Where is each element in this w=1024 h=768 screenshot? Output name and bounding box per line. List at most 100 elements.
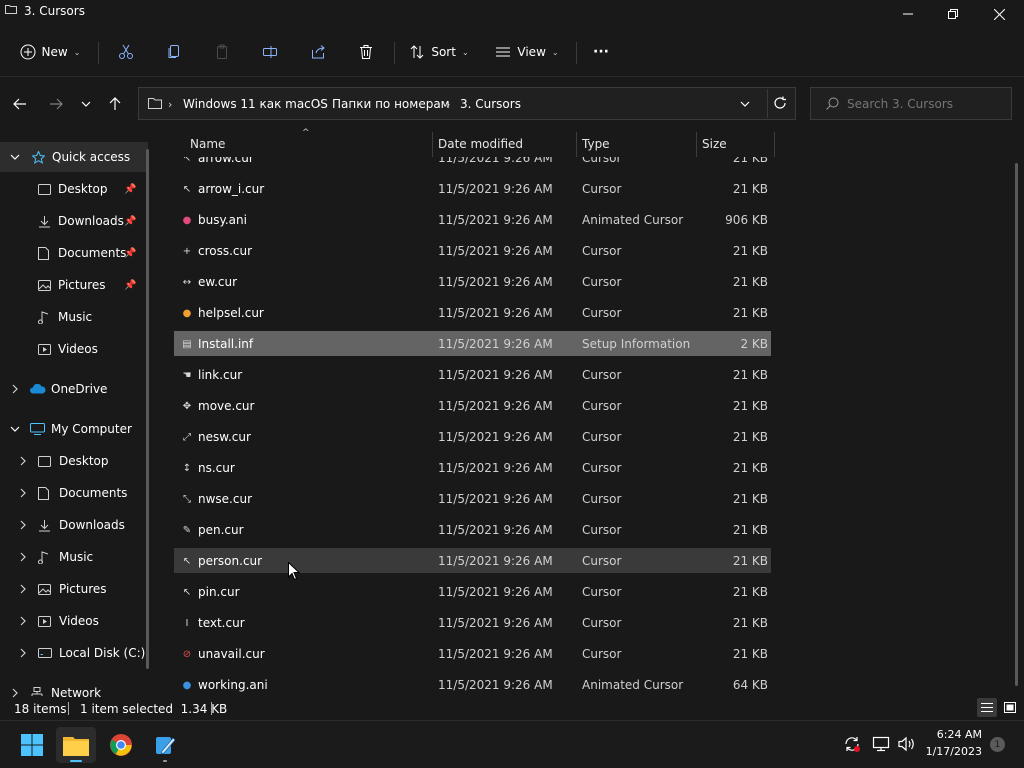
unavailable-cursor-icon: ⊘ (182, 648, 192, 660)
up-button[interactable] (101, 88, 129, 120)
windows-logo-icon (21, 734, 43, 756)
new-button[interactable]: New ⌄ (12, 36, 88, 68)
file-date: 11/5/2021 9:26 AM (438, 461, 553, 475)
chevron-down-icon: ⌄ (551, 47, 559, 57)
scissors-icon (118, 44, 134, 60)
file-date: 11/5/2021 9:26 AM (438, 430, 553, 444)
copy-button[interactable] (158, 36, 190, 68)
column-header-date[interactable]: Date modified (438, 137, 523, 151)
file-row[interactable]: ↕ ns.cur 11/5/2021 9:26 AM Cursor 21 KB (174, 455, 771, 480)
taskbar-notepad[interactable] (145, 727, 185, 763)
back-button[interactable] (6, 88, 34, 120)
separator (767, 89, 768, 118)
sort-ascending-icon: ^ (302, 128, 310, 138)
arrow-cursor-icon: ↖ (182, 183, 192, 195)
address-history-dropdown[interactable] (740, 99, 750, 109)
search-input[interactable] (847, 95, 1005, 112)
file-rows: ↖ arrow.cur 11/5/2021 9:26 AM Cursor 21 KB ↖ a… (0, 157, 1024, 697)
file-row[interactable]: ↖ pin.cur 11/5/2021 9:26 AM Cursor 21 KB (174, 579, 771, 604)
share-button[interactable] (302, 36, 334, 68)
busy-wheel-icon: ● (182, 214, 192, 226)
breadcrumb-separator-icon: › (446, 98, 451, 111)
taskbar-chrome[interactable] (101, 727, 141, 763)
minimize-button[interactable] (885, 0, 931, 28)
file-type: Cursor (582, 492, 622, 506)
file-date: 11/5/2021 9:26 AM (438, 337, 553, 351)
sort-button[interactable]: Sort ⌄ (404, 36, 474, 68)
file-row[interactable]: ↖ arrow_i.cur 11/5/2021 9:26 AM Cursor 21 KB (174, 176, 771, 201)
cut-button[interactable] (110, 36, 142, 68)
selection-info: 1 item selected 1.34 KB (80, 702, 228, 716)
delete-button[interactable] (350, 36, 382, 68)
refresh-button[interactable] (773, 96, 787, 110)
file-type: Cursor (582, 554, 622, 568)
details-view-button[interactable] (977, 698, 997, 717)
close-button[interactable] (976, 0, 1022, 28)
file-size: 21 KB (732, 647, 768, 661)
command-bar: New ⌄ Sort ⌄ View ⌄ ··· (0, 28, 1024, 77)
arrow-cursor-icon: ↖ (182, 157, 192, 164)
trash-icon (358, 44, 374, 60)
file-row[interactable]: ✥ move.cur 11/5/2021 9:26 AM Cursor 21 KB (174, 393, 771, 418)
more-options-button[interactable]: ··· (584, 36, 618, 68)
taskbar-file-explorer[interactable] (56, 727, 96, 763)
recent-locations-button[interactable] (72, 88, 100, 120)
file-name: text.cur (198, 616, 245, 630)
file-row[interactable]: Itext.cur 11/5/2021 9:26 AM Cursor 21 KB (174, 610, 771, 635)
column-divider[interactable] (774, 132, 775, 157)
file-size: 21 KB (732, 182, 768, 196)
rename-button[interactable] (254, 36, 286, 68)
column-divider[interactable] (432, 132, 433, 157)
volume-icon[interactable] (897, 735, 915, 753)
file-row[interactable]: ↖ person.cur 11/5/2021 9:26 AM Cursor 21 KB (174, 548, 771, 573)
file-type: Setup Information (582, 337, 691, 351)
column-header-size[interactable]: Size (702, 137, 727, 151)
file-row[interactable]: ● busy.ani 11/5/2021 9:26 AM Animated Curso… (174, 207, 771, 232)
address-bar[interactable]: › Windows 11 как macOS › Папки по номера… (138, 87, 796, 120)
file-row[interactable]: ● working.ani 11/5/2021 9:26 AM Animated Cu… (174, 672, 771, 697)
notification-badge[interactable]: 1 (990, 737, 1005, 752)
chevron-down-icon (81, 99, 91, 109)
breadcrumb-item[interactable]: Windows 11 как macOS (183, 97, 328, 111)
column-divider[interactable] (696, 132, 697, 157)
file-date: 11/5/2021 9:26 AM (438, 554, 553, 568)
taskbar: 6:24 AM 1/17/2023 1 (0, 720, 1024, 768)
file-row[interactable]: ☚ link.cur 11/5/2021 9:26 AM Cursor 21 KB (174, 362, 771, 387)
file-row[interactable]: ↔ ew.cur 11/5/2021 9:26 AM Cursor 21 KB (174, 269, 771, 294)
breadcrumb-item[interactable]: 3. Cursors (460, 97, 521, 111)
file-row[interactable]: ↖ arrow.cur 11/5/2021 9:26 AM Cursor 21 KB (174, 157, 771, 170)
file-row[interactable]: ⤢ nesw.cur 11/5/2021 9:26 AM Cursor 21 KB (174, 424, 771, 449)
notepad-icon (154, 734, 176, 756)
file-row[interactable]: ⤡ nwse.cur 11/5/2021 9:26 AM Cursor 21 KB (174, 486, 771, 511)
file-row[interactable]: ⊘ unavail.cur 11/5/2021 9:26 AM Cursor 21 KB (174, 641, 771, 666)
view-lines-icon (495, 44, 511, 60)
search-box[interactable] (810, 87, 1012, 120)
file-row[interactable]: ● helpsel.cur 11/5/2021 9:26 AM Cursor 21 KB (174, 300, 771, 325)
file-row[interactable]: + cross.cur 11/5/2021 9:26 AM Cursor 21 KB (174, 238, 771, 263)
restore-button[interactable] (930, 0, 976, 28)
file-date: 11/5/2021 9:26 AM (438, 678, 553, 692)
column-divider[interactable] (576, 132, 577, 157)
column-header-name[interactable]: Name (190, 137, 225, 151)
column-header-type[interactable]: Type (582, 137, 610, 151)
file-list-scrollbar[interactable] (1015, 163, 1018, 686)
forward-button[interactable] (42, 88, 70, 120)
clock-time[interactable]: 6:24 AM (918, 728, 982, 741)
file-date: 11/5/2021 9:26 AM (438, 157, 553, 165)
file-type: Cursor (582, 616, 622, 630)
file-name: person.cur (198, 554, 263, 568)
sync-icon[interactable] (843, 735, 861, 753)
file-type: Cursor (582, 157, 622, 165)
file-size: 21 KB (732, 306, 768, 320)
file-type: Cursor (582, 585, 622, 599)
clock-date[interactable]: 1/17/2023 (918, 745, 982, 758)
breadcrumb-item[interactable]: Папки по номерам (332, 97, 450, 111)
paste-button[interactable] (206, 36, 238, 68)
file-row[interactable]: ▤ Install.inf 11/5/2021 9:26 AM Setup Infor… (174, 331, 771, 356)
arrow-left-icon (13, 97, 27, 111)
file-row[interactable]: ✎ pen.cur 11/5/2021 9:26 AM Cursor 21 KB (174, 517, 771, 542)
network-status-icon[interactable] (872, 735, 890, 753)
view-button[interactable]: View ⌄ (490, 36, 564, 68)
tiles-view-button[interactable] (1000, 698, 1020, 717)
start-button[interactable] (12, 727, 52, 763)
